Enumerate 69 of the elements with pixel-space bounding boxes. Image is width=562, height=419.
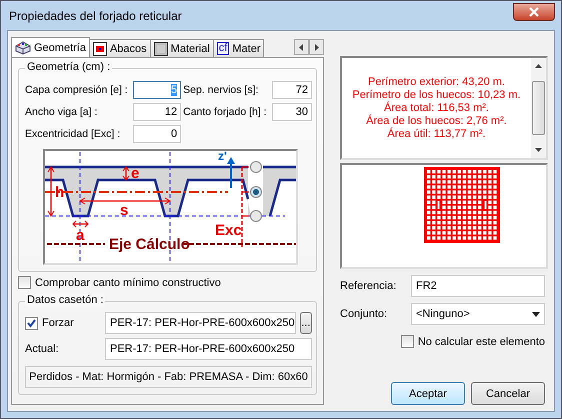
down-arrow-icon <box>535 148 542 152</box>
number-field[interactable]: 30 <box>272 103 312 121</box>
tab[interactable]: Material <box>150 39 214 57</box>
cube-grid-icon <box>15 40 31 54</box>
dropdown[interactable]: <Ninguno> <box>411 303 545 325</box>
field-label: Canto forjado [h] : <box>183 106 268 118</box>
field-label: Ancho viga [a] : <box>25 106 98 118</box>
group-title: Datos casetón : <box>25 294 106 306</box>
scroll-left-button[interactable] <box>294 39 309 55</box>
dropdown-arrow-icon <box>532 312 540 316</box>
tab[interactable]: cf Mater <box>212 39 264 57</box>
slab-section-drawing <box>263 166 296 216</box>
radio-button[interactable] <box>250 186 262 198</box>
checkbox[interactable] <box>400 335 414 348</box>
field-label: Conjunto: <box>340 308 388 320</box>
a-label: a <box>76 227 84 244</box>
info-text: Perímetro exterior: 43,20 m. <box>368 76 505 88</box>
calculation-axis-label: Eje Cálculo <box>109 236 190 253</box>
dialog-button[interactable]: Cancelar <box>471 382 545 405</box>
s-label: s <box>120 202 128 219</box>
exc-label: Exc <box>215 222 242 239</box>
summary-field: Perdidos - Mat: Hormigón - Fab: PREMASA - Dim: 60x60 <box>25 366 312 388</box>
cf-icon: cf <box>216 42 230 55</box>
scrollbar[interactable] <box>531 58 546 158</box>
text-field[interactable]: FR2 <box>411 275 545 297</box>
z-axis-label: z' <box>218 151 227 163</box>
checkbox[interactable] <box>18 276 31 289</box>
dialog-button[interactable]: Aceptar <box>391 382 465 405</box>
info-text: Área de los huecos: 2,76 m². <box>366 114 507 128</box>
tab[interactable]: Geometría <box>11 37 90 57</box>
scroll-right-button[interactable] <box>309 39 324 55</box>
field-label: Referencia: <box>340 280 398 292</box>
close-button[interactable] <box>513 2 555 20</box>
e-dimension-arrow <box>122 166 130 181</box>
checkbox[interactable] <box>25 316 38 330</box>
tab[interactable]: Abacos <box>88 39 151 57</box>
close-icon <box>528 6 540 16</box>
window-title: Propiedades del forjado reticular <box>8 8 182 22</box>
info-text: Área útil: 113,77 m². <box>387 128 486 140</box>
right-arrow-icon <box>314 44 319 50</box>
checkbox-label: Comprobar canto mínimo constructivo <box>35 276 221 288</box>
axis-line <box>47 243 105 245</box>
h-label: h <box>55 184 64 201</box>
field-label: Actual: <box>25 343 60 355</box>
number-field[interactable]: 72 <box>272 81 312 99</box>
number-field[interactable]: 12 <box>133 103 182 121</box>
a-dimension-arrow <box>72 220 89 228</box>
e-label: e <box>131 165 140 182</box>
checkbox-label: No calcular este elemento <box>418 336 545 348</box>
z-axis-arrow <box>227 157 235 188</box>
field-label: Excentricidad [Exc] : <box>25 128 122 140</box>
field-label: Capa compresión [e] : <box>25 84 129 96</box>
browse-button[interactable]: ... <box>300 312 312 334</box>
radio-button[interactable] <box>250 210 262 222</box>
radio-button[interactable] <box>250 161 262 173</box>
checkbox-label: Forzar <box>42 317 74 329</box>
texture-icon <box>154 42 168 56</box>
info-text: Área total: 116,53 m². <box>384 102 489 114</box>
number-field[interactable]: 0 <box>133 125 182 143</box>
group-title: Geometría (cm) : <box>25 61 112 73</box>
up-arrow-icon <box>535 64 542 68</box>
scroll-thumb[interactable] <box>532 81 545 135</box>
text-field[interactable]: PER-17: PER-Hor-PRE-600x600x250 <box>105 338 312 360</box>
square-icon <box>92 42 107 56</box>
text-field[interactable]: PER-17: PER-Hor-PRE-600x600x250 <box>105 312 296 334</box>
info-text: Perímetro de los huecos: 10,23 m. <box>352 88 521 102</box>
field-label: Sep. nervios [s]: <box>183 84 260 96</box>
left-arrow-icon <box>299 44 304 50</box>
h-dimension-arrow <box>48 166 54 217</box>
